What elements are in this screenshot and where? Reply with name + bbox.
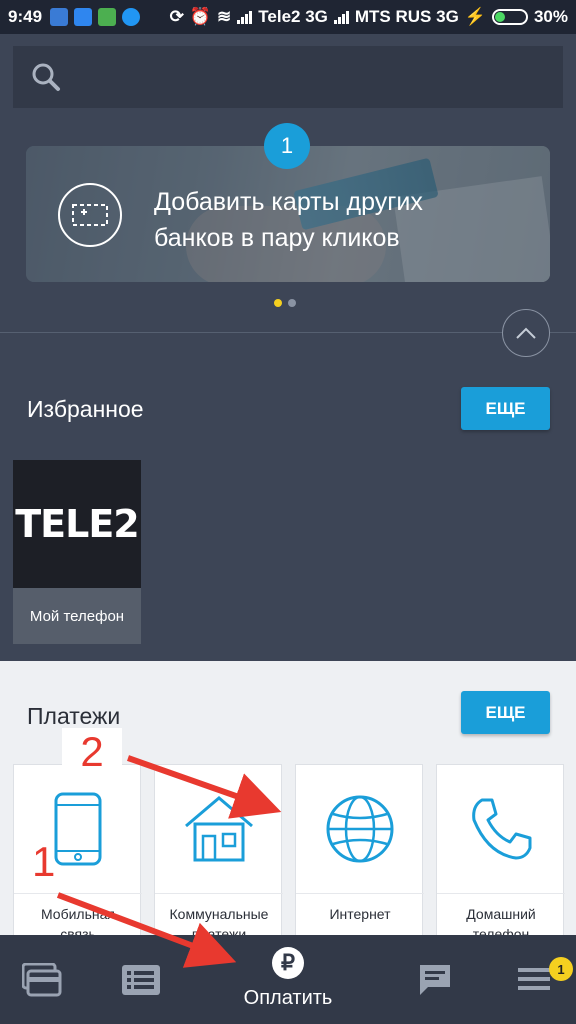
payment-tile-internet[interactable]: Интернет <box>295 764 424 944</box>
promo-text: Добавить карты других банков в пару клик… <box>154 184 423 256</box>
chat-icon <box>420 965 450 995</box>
nav-pay[interactable]: ₽ Оплатить <box>215 947 361 1010</box>
status-time: 9:49 <box>8 7 43 26</box>
gallery-notification-icon <box>50 8 69 26</box>
carousel-dot[interactable] <box>288 299 296 307</box>
favorites-more-button[interactable]: ЕЩЕ <box>461 387 550 430</box>
annotation-number-2: 2 <box>62 728 122 776</box>
app-notification-icon <box>98 8 117 26</box>
clock-app-notification-icon <box>122 8 141 26</box>
search-icon[interactable] <box>31 62 61 92</box>
favorite-tile-label: Мой телефон <box>13 588 141 644</box>
carrier2-label: MTS RUS 3G <box>354 7 459 26</box>
cards-icon <box>22 963 62 997</box>
favorite-tile-tele2[interactable]: TELE2 Мой телефон <box>13 460 141 644</box>
nav-cards[interactable] <box>22 963 62 997</box>
house-icon <box>155 765 283 893</box>
battery-icon <box>491 9 528 25</box>
promo-text-line2: банков в пару кликов <box>154 224 400 252</box>
favorites-title: Избранное <box>27 396 144 422</box>
nav-chat[interactable] <box>418 963 452 997</box>
payment-tile-home-phone[interactable]: Домашний телефон <box>436 764 565 944</box>
sync-icon: ⟳ <box>169 7 184 26</box>
chevron-up-icon <box>516 327 536 339</box>
nav-menu[interactable] <box>518 967 550 991</box>
charging-icon: ⚡ <box>464 7 486 26</box>
signal-icon <box>237 10 253 24</box>
menu-icon <box>518 968 550 990</box>
ruble-icon: ₽ <box>272 947 304 979</box>
carousel-dot-active[interactable] <box>274 299 282 307</box>
add-card-icon <box>58 183 122 247</box>
divider <box>0 332 576 333</box>
payment-tile-utilities[interactable]: Коммунальные платежи <box>154 764 283 944</box>
alarm-icon: ⏰ <box>189 7 212 26</box>
menu-badge: 1 <box>549 957 573 981</box>
promo-text-line1: Добавить карты других <box>154 188 423 216</box>
status-bar: 9:49 ⟳ ⏰ ≋ Tele2 3G MTS RUS 3G ⚡ 30% <box>0 0 576 34</box>
collapse-button[interactable] <box>502 309 550 357</box>
annotation-number-1: 1 <box>32 838 56 885</box>
list-icon <box>122 965 160 995</box>
search-bar[interactable] <box>13 46 563 108</box>
payments-title: Платежи <box>27 703 121 729</box>
messenger-notification-icon <box>74 8 93 26</box>
handset-icon <box>437 765 565 893</box>
signal2-icon <box>333 10 349 24</box>
wifi-icon: ≋ <box>217 7 232 26</box>
promo-step-badge: 1 <box>264 123 310 169</box>
battery-percent: 30% <box>533 7 568 26</box>
bottom-navigation: ₽ Оплатить <box>0 935 576 1024</box>
tele2-logo: TELE2 <box>13 460 141 588</box>
payment-tile-label: Интернет <box>296 893 424 924</box>
carrier1-label: Tele2 3G <box>258 7 328 26</box>
carousel-dots <box>274 299 296 307</box>
globe-icon <box>296 765 424 893</box>
nav-history[interactable] <box>122 965 160 995</box>
nav-pay-label: Оплатить <box>243 987 333 1009</box>
payments-more-button[interactable]: ЕЩЕ <box>461 691 550 734</box>
